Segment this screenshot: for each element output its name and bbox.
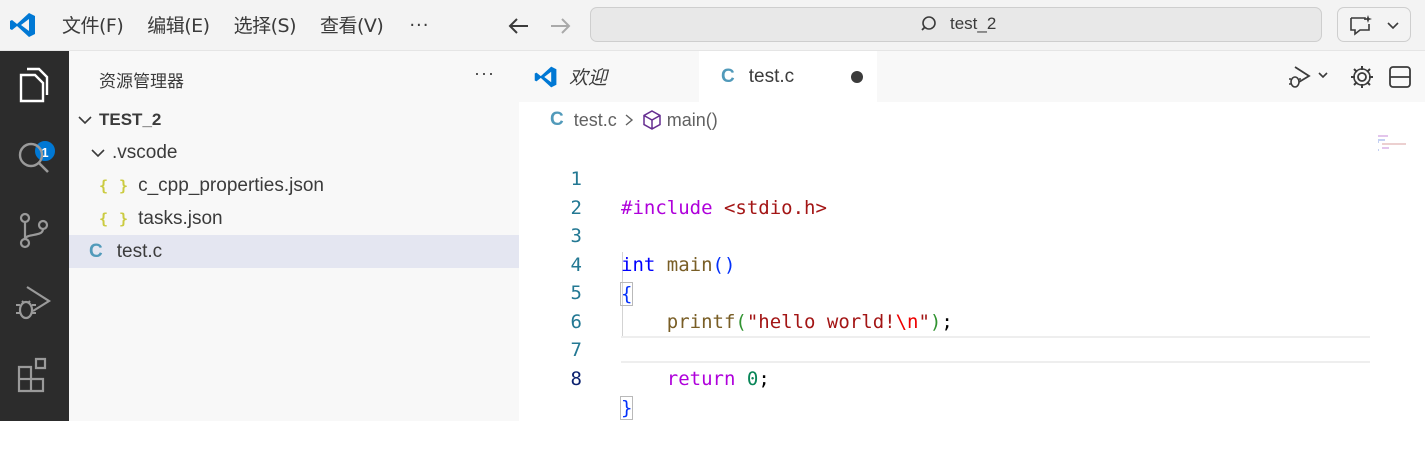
chevron-right-icon [625,114,633,126]
run-debug-icon[interactable] [13,281,55,323]
explorer-files-icon[interactable] [13,65,55,107]
folder-label: .vscode [112,141,178,163]
code-line-7: 7 return 0; [519,307,1369,390]
code-token: 0 [746,368,759,390]
tree-folder-vscode[interactable]: .vscode [69,136,519,169]
code-token: return [666,368,736,390]
chevron-down-icon [78,115,92,124]
menu-edit[interactable]: 编辑(E) [135,6,221,46]
chat-button[interactable] [1337,7,1411,42]
tree-file-tasks-json[interactable]: { } tasks.json [69,202,519,235]
code-line-4: 4 { [519,222,1369,306]
file-label: tasks.json [138,207,223,229]
file-label: c_cpp_properties.json [138,174,324,196]
editor-tabs: 欢迎 C test.c [519,51,1425,102]
activity-bar: 1 [0,51,69,421]
menu-file[interactable]: 文件(F) [50,6,135,46]
menu-selection[interactable]: 选择(S) [222,6,308,46]
menu-more-button[interactable]: ··· [395,6,443,46]
code-editor[interactable]: 1 #include <stdio.h> 2 3 int main() 4 { … [519,136,1425,421]
code-line-1: 1 #include <stdio.h> [519,136,1369,219]
json-file-icon: { } [99,176,130,195]
line-number: 8 [570,368,582,390]
code-line-3: 3 int main() [519,193,1369,276]
split-layout-icon[interactable] [1387,64,1413,90]
minimap[interactable] [1376,134,1412,154]
tab-welcome[interactable]: 欢迎 [519,51,699,102]
vscode-logo-icon [10,13,35,37]
unsaved-dot-icon[interactable] [851,71,863,83]
explorer-sidebar: 资源管理器 ··· TEST_2 .vscode { } c_cpp_prope… [69,51,519,421]
code-line-6: 6 [519,279,1369,333]
menu-bar: 文件(F) 编辑(E) 选择(S) 查看(V) ··· [50,0,444,51]
code-line-8: 8 } [519,336,1369,420]
search-icon [921,16,936,31]
c-file-icon: C [89,240,103,262]
search-icon[interactable] [13,137,55,179]
command-center-text: test_2 [950,14,997,33]
c-file-icon: C [550,109,564,130]
tree-root-folder[interactable]: TEST_2 [69,103,519,136]
command-center-search[interactable]: test_2 [590,7,1322,42]
run-debug-icon[interactable] [1287,64,1331,90]
sidebar-title: 资源管理器 [99,72,184,92]
tab-test-c[interactable]: C test.c [699,51,877,102]
arrow-right-icon[interactable] [546,12,574,40]
tab-label: test.c [748,65,795,87]
json-file-icon: { } [99,209,130,228]
code-token: } [619,396,634,420]
arrow-left-icon[interactable] [505,12,533,40]
gear-icon[interactable] [1349,64,1375,90]
code-line-2: 2 [519,165,1369,219]
menu-view[interactable]: 查看(V) [308,6,395,46]
chevron-down-icon [91,148,105,157]
breadcrumb: C test.c main() [550,104,718,136]
sidebar-more-actions[interactable]: ··· [474,63,495,84]
tree-file-test-c[interactable]: C test.c [69,235,519,268]
title-bar: 文件(F) 编辑(E) 选择(S) 查看(V) ··· test_2 [0,0,1425,51]
root-folder-label: TEST_2 [99,109,162,129]
c-file-icon: C [721,65,735,87]
breadcrumb-file[interactable]: test.c [574,110,617,131]
editor-actions [1275,51,1425,102]
source-control-icon[interactable] [13,209,55,251]
tab-label: 欢迎 [569,68,608,89]
breadcrumb-symbol[interactable]: main() [667,110,718,131]
chat-sparkle-icon [1350,15,1399,36]
symbol-method-icon [643,110,661,130]
extensions-icon[interactable] [13,353,55,395]
code-line-5: 5 printf("hello world!\n"); [519,250,1369,333]
vscode-logo-icon [534,66,557,87]
code-token: ; [758,368,770,390]
file-label: test.c [116,240,163,262]
tree-file-c-cpp-properties[interactable]: { } c_cpp_properties.json [69,169,519,202]
